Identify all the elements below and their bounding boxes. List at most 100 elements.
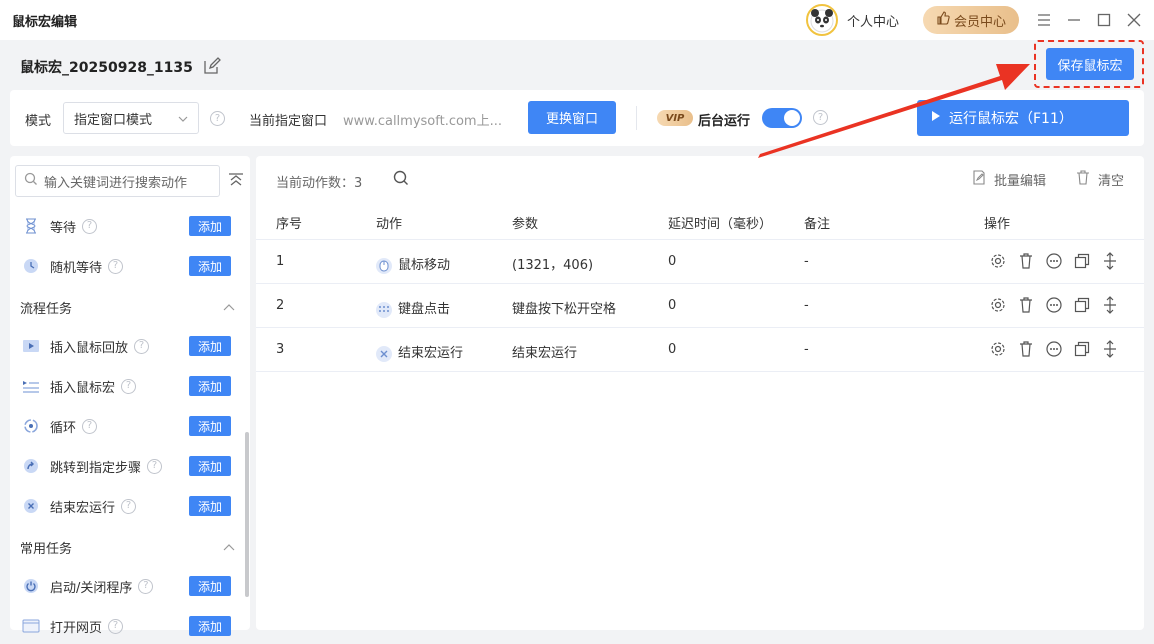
close-icon[interactable] <box>1124 10 1144 30</box>
help-icon[interactable]: ? <box>138 578 154 594</box>
help-icon[interactable]: ? <box>108 258 124 274</box>
column-header-action: 动作 <box>376 217 403 232</box>
help-icon[interactable]: ? <box>210 111 225 126</box>
row-note: - <box>804 342 809 357</box>
browser-icon <box>22 617 40 635</box>
copy-icon[interactable] <box>1073 252 1091 270</box>
sidebar-item-label: 启动/关闭程序 <box>50 580 133 596</box>
section-header-flow[interactable]: 流程任务 <box>20 295 235 319</box>
settings-icon[interactable] <box>989 340 1007 358</box>
help-icon[interactable]: ? <box>134 338 150 354</box>
sidebar-item-wait: 等待 ? 添加 <box>14 212 234 240</box>
table-row[interactable]: 2 键盘点击 键盘按下松开空格 0 - <box>256 283 1144 327</box>
stop-icon <box>22 497 40 515</box>
edit-name-icon[interactable] <box>203 57 221 75</box>
section-title: 常用任务 <box>20 541 73 557</box>
maximize-icon[interactable] <box>1094 10 1114 30</box>
user-center-link[interactable]: 个人中心 <box>847 11 899 30</box>
more-icon[interactable] <box>1045 296 1063 314</box>
batch-edit-button[interactable]: 批量编辑 <box>972 170 1046 189</box>
delete-icon[interactable] <box>1017 340 1035 358</box>
sidebar-item-label: 跳转到指定步骤 <box>50 460 142 476</box>
add-button[interactable]: 添加 <box>189 456 231 476</box>
save-macro-button[interactable]: 保存鼠标宏 <box>1046 48 1134 80</box>
menu-icon[interactable] <box>1034 10 1054 30</box>
column-header-note: 备注 <box>804 217 831 232</box>
add-button[interactable]: 添加 <box>189 256 231 276</box>
help-icon[interactable]: ? <box>121 498 137 514</box>
sidebar-item-loop: 循环 ? 添加 <box>14 412 234 440</box>
sidebar-item-insert-macro: 插入鼠标宏 ? 添加 <box>14 372 234 400</box>
row-param: 键盘按下松开空格 <box>512 302 617 317</box>
delete-icon[interactable] <box>1017 296 1035 314</box>
playback-icon <box>22 337 40 355</box>
row-delay: 0 <box>668 254 677 269</box>
more-icon[interactable] <box>1045 340 1063 358</box>
drag-handle-icon[interactable] <box>1101 252 1119 270</box>
power-icon <box>22 577 40 595</box>
section-header-common[interactable]: 常用任务 <box>20 535 235 559</box>
drag-handle-icon[interactable] <box>1101 296 1119 314</box>
clear-button[interactable]: 清空 <box>1076 170 1124 189</box>
help-icon[interactable]: ? <box>147 458 163 474</box>
row-action: 结束宏运行 <box>376 342 463 362</box>
chevron-up-icon <box>223 540 235 555</box>
toggle-knob <box>784 110 800 126</box>
help-icon[interactable]: ? <box>82 218 98 234</box>
add-button[interactable]: 添加 <box>189 336 231 356</box>
help-icon[interactable]: ? <box>813 110 828 125</box>
play-icon <box>931 110 941 126</box>
row-param: (1321，406) <box>512 258 594 273</box>
action-count-value: 3 <box>354 176 363 191</box>
sidebar-scrollbar[interactable] <box>245 432 249 597</box>
vip-center-button[interactable]: 会员中心 <box>923 6 1019 34</box>
settings-icon[interactable] <box>989 296 1007 314</box>
settings-icon[interactable] <box>989 252 1007 270</box>
row-delay: 0 <box>668 298 677 313</box>
delete-icon[interactable] <box>1017 252 1035 270</box>
batch-edit-icon <box>972 170 986 189</box>
row-ops <box>989 296 1119 314</box>
table-row[interactable]: 1 鼠标移动 (1321，406) 0 - <box>256 239 1144 283</box>
add-button[interactable]: 添加 <box>189 616 231 636</box>
background-run-toggle[interactable] <box>762 108 802 128</box>
mode-select[interactable]: 指定窗口模式 <box>63 102 199 134</box>
change-window-button[interactable]: 更换窗口 <box>528 101 616 134</box>
sidebar-item-end-macro: 结束宏运行 ? 添加 <box>14 492 234 520</box>
add-button[interactable]: 添加 <box>189 216 231 236</box>
column-header-ops: 操作 <box>984 217 1011 232</box>
help-icon[interactable]: ? <box>82 418 98 434</box>
sidebar-item-label: 等待 <box>50 220 77 236</box>
search-icon[interactable] <box>393 170 409 186</box>
table-row[interactable]: 3 结束宏运行 结束宏运行 0 - <box>256 327 1144 371</box>
copy-icon[interactable] <box>1073 340 1091 358</box>
add-button[interactable]: 添加 <box>189 576 231 596</box>
add-button[interactable]: 添加 <box>189 496 231 516</box>
copy-icon[interactable] <box>1073 296 1091 314</box>
mode-select-value: 指定窗口模式 <box>74 112 153 128</box>
row-action: 鼠标移动 <box>376 254 450 274</box>
help-icon[interactable]: ? <box>121 378 137 394</box>
sidebar-item-label: 随机等待 <box>50 260 103 276</box>
minimize-icon[interactable] <box>1064 10 1084 30</box>
add-button[interactable]: 添加 <box>189 376 231 396</box>
sidebar-item-open-webpage: 打开网页 ? 添加 <box>14 612 234 640</box>
row-param: 结束宏运行 <box>512 346 578 361</box>
add-button[interactable]: 添加 <box>189 416 231 436</box>
avatar[interactable] <box>806 4 838 36</box>
run-macro-button[interactable]: 运行鼠标宏（F11） <box>917 100 1129 136</box>
sidebar-item-insert-playback: 插入鼠标回放 ? 添加 <box>14 332 234 360</box>
action-search-input[interactable]: 输入关键词进行搜索动作 <box>15 165 220 197</box>
more-icon[interactable] <box>1045 252 1063 270</box>
sidebar-item-jump-to-step: 跳转到指定步骤 ? 添加 <box>14 452 234 480</box>
sidebar-item-label: 结束宏运行 <box>50 500 116 516</box>
clock-icon <box>22 257 40 275</box>
column-header-delay: 延迟时间（毫秒） <box>668 217 773 232</box>
row-index: 2 <box>276 298 285 313</box>
macro-list-icon <box>22 377 40 395</box>
collapse-all-icon[interactable] <box>228 172 244 188</box>
stop-icon <box>376 345 392 362</box>
help-icon[interactable]: ? <box>108 618 124 634</box>
drag-handle-icon[interactable] <box>1101 340 1119 358</box>
row-action-label: 结束宏运行 <box>398 346 464 361</box>
